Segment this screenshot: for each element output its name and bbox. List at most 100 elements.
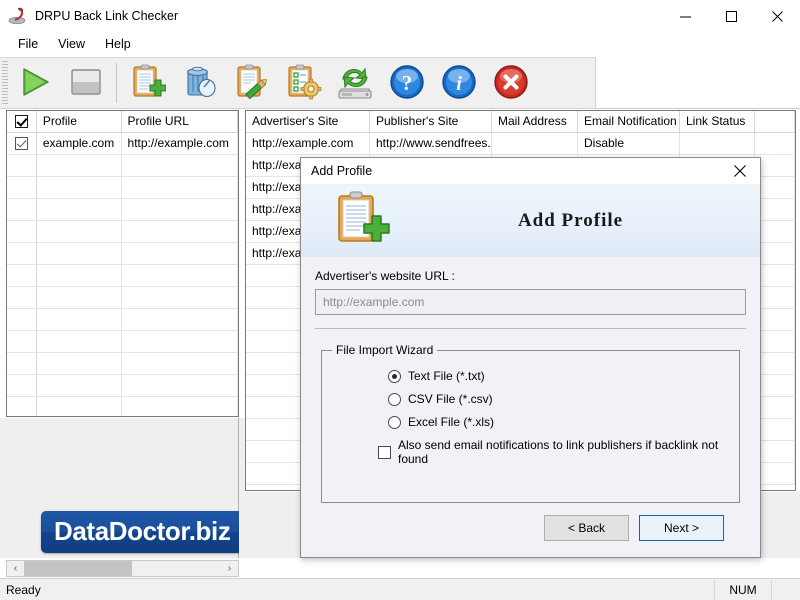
radio-text-file[interactable] xyxy=(388,369,401,383)
radio-option-text-file[interactable]: Text File (*.txt) xyxy=(388,369,729,383)
profile-settings-button[interactable] xyxy=(277,59,329,107)
link-grid-header: Advertiser's Site Publisher's Site Mail … xyxy=(246,111,795,133)
email-notification-checkbox[interactable] xyxy=(378,445,391,459)
profile-select-all-header[interactable] xyxy=(7,111,37,132)
empty-cell xyxy=(7,265,37,286)
exit-button[interactable] xyxy=(485,59,537,107)
delete-profile-button[interactable] xyxy=(173,59,225,107)
horizontal-scrollbar[interactable]: ‹ › xyxy=(6,560,239,577)
radio-label-excel-file: Excel File (*.xls) xyxy=(408,415,495,429)
scroll-left-arrow[interactable]: ‹ xyxy=(7,561,24,576)
radio-csv-file[interactable] xyxy=(388,392,401,406)
empty-cell xyxy=(37,177,122,198)
cell-advertiser: http://example.com xyxy=(246,133,370,154)
stop-button[interactable] xyxy=(60,59,112,107)
empty-cell xyxy=(7,243,37,264)
table-row[interactable] xyxy=(7,375,238,397)
menu-bar: File View Help xyxy=(0,32,800,55)
empty-cell xyxy=(122,177,238,198)
file-import-wizard-group: File Import Wizard Text File (*.txt) CSV… xyxy=(321,343,740,503)
menu-item-view[interactable]: View xyxy=(48,34,95,54)
refresh-drive-icon xyxy=(335,63,375,104)
scrollbar-track[interactable] xyxy=(24,561,221,576)
empty-cell xyxy=(7,375,37,396)
menu-item-file[interactable]: File xyxy=(8,34,48,54)
table-row[interactable] xyxy=(7,353,238,375)
table-row[interactable] xyxy=(7,177,238,199)
back-button[interactable]: < Back xyxy=(544,515,629,541)
table-row[interactable]: http://example.com http://www.sendfrees..… xyxy=(246,133,795,155)
empty-cell xyxy=(7,353,37,374)
radio-label-csv-file: CSV File (*.csv) xyxy=(408,392,493,406)
empty-cell xyxy=(755,375,795,396)
column-header-mail-address[interactable]: Mail Address xyxy=(492,111,578,132)
empty-cell xyxy=(7,287,37,308)
close-button[interactable] xyxy=(754,0,800,32)
next-button[interactable]: Next > xyxy=(639,515,724,541)
table-row[interactable] xyxy=(7,243,238,265)
svg-text:?: ? xyxy=(402,71,413,95)
window-controls xyxy=(662,0,800,32)
help-button[interactable]: ? xyxy=(381,59,433,107)
radio-option-csv-file[interactable]: CSV File (*.csv) xyxy=(388,392,729,406)
lower-filler-strip xyxy=(239,418,245,558)
empty-cell xyxy=(122,397,238,416)
empty-cell xyxy=(755,463,795,484)
column-header-profile-url[interactable]: Profile URL xyxy=(122,111,238,132)
column-header-email-notification[interactable]: Email Notification xyxy=(578,111,680,132)
table-row[interactable] xyxy=(7,221,238,243)
empty-cell xyxy=(7,331,37,352)
row-checkbox[interactable] xyxy=(14,137,28,150)
backup-restore-button[interactable] xyxy=(329,59,381,107)
about-button[interactable]: i xyxy=(433,59,485,107)
table-row[interactable] xyxy=(7,199,238,221)
play-icon xyxy=(16,65,52,102)
table-row[interactable] xyxy=(7,265,238,287)
dialog-close-button[interactable] xyxy=(720,158,760,185)
table-row[interactable] xyxy=(7,397,238,416)
help-question-icon: ? xyxy=(388,63,426,104)
row-checkbox-cell[interactable] xyxy=(7,133,37,154)
menu-item-help[interactable]: Help xyxy=(95,34,141,54)
add-profile-button[interactable] xyxy=(121,59,173,107)
column-header-publishers-site[interactable]: Publisher's Site xyxy=(370,111,492,132)
column-header-profile[interactable]: Profile xyxy=(37,111,122,132)
column-header-advertisers-site[interactable]: Advertiser's Site xyxy=(246,111,370,132)
advertiser-url-input[interactable] xyxy=(315,289,746,315)
checkbox-option-email-notification[interactable]: Also send email notifications to link pu… xyxy=(378,438,729,466)
status-bar: Ready NUM xyxy=(0,578,800,600)
table-row[interactable] xyxy=(7,155,238,177)
cell-spacer xyxy=(755,243,795,264)
empty-cell xyxy=(37,331,122,352)
start-button[interactable] xyxy=(8,59,60,107)
column-header-link-status[interactable]: Link Status xyxy=(680,111,755,132)
empty-cell xyxy=(755,353,795,374)
table-row[interactable] xyxy=(7,309,238,331)
radio-excel-file[interactable] xyxy=(388,415,401,429)
app-icon xyxy=(8,7,28,25)
toolbar-separator-1 xyxy=(116,63,117,103)
empty-cell xyxy=(122,199,238,220)
select-all-checkbox[interactable] xyxy=(14,115,28,128)
dialog-wizard-section: File Import Wizard Text File (*.txt) CSV… xyxy=(301,329,760,557)
maximize-button[interactable] xyxy=(708,0,754,32)
empty-cell xyxy=(122,331,238,352)
table-row[interactable] xyxy=(7,287,238,309)
stop-icon xyxy=(70,67,102,100)
cell-profile-url: http://example.com xyxy=(122,133,238,154)
table-row[interactable] xyxy=(7,331,238,353)
empty-cell xyxy=(755,419,795,440)
table-row[interactable]: example.com http://example.com xyxy=(7,133,238,155)
datadoctor-logo: DataDoctor.biz xyxy=(41,511,244,553)
cell-status xyxy=(680,133,755,154)
scroll-right-arrow[interactable]: › xyxy=(221,561,238,576)
cell-spacer xyxy=(755,133,795,154)
scrollbar-thumb[interactable] xyxy=(24,561,133,576)
title-bar: DRPU Back Link Checker xyxy=(0,0,800,32)
edit-profile-button[interactable] xyxy=(225,59,277,107)
minimize-button[interactable] xyxy=(662,0,708,32)
profile-list-header: Profile Profile URL xyxy=(7,111,238,133)
radio-option-excel-file[interactable]: Excel File (*.xls) xyxy=(388,415,729,429)
dialog-banner: Add Profile xyxy=(301,185,760,257)
empty-cell xyxy=(122,221,238,242)
